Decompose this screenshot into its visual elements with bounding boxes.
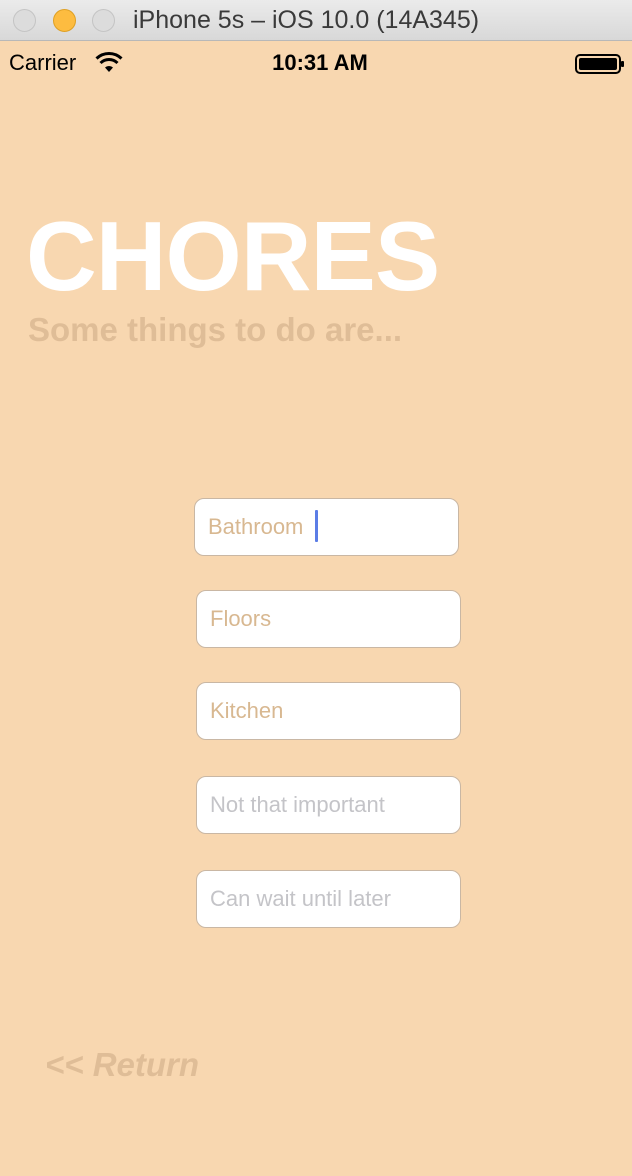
zoom-window-button[interactable] — [92, 9, 115, 32]
status-time: 10:31 AM — [272, 50, 368, 75]
return-button[interactable]: << Return — [45, 1046, 199, 1084]
page-subtitle: Some things to do are... — [28, 311, 403, 348]
window-titlebar: iPhone 5s – iOS 10.0 (14A345) — [0, 0, 632, 41]
wait-later-field[interactable] — [196, 870, 461, 928]
not-important-field[interactable] — [196, 776, 461, 834]
window-title: iPhone 5s – iOS 10.0 (14A345) — [133, 6, 480, 34]
text-cursor — [315, 510, 318, 542]
battery-icon — [575, 54, 624, 74]
page-title: CHORES — [26, 201, 440, 311]
floors-field[interactable] — [196, 590, 461, 648]
ios-status-bar: Carrier 10:31 AM — [0, 42, 632, 82]
simulator-window: iPhone 5s – iOS 10.0 (14A345) Carrier 10… — [0, 0, 632, 1176]
bathroom-field[interactable] — [194, 498, 459, 556]
close-window-button[interactable] — [13, 9, 36, 32]
minimize-window-button[interactable] — [53, 9, 76, 32]
kitchen-field[interactable] — [196, 682, 461, 740]
